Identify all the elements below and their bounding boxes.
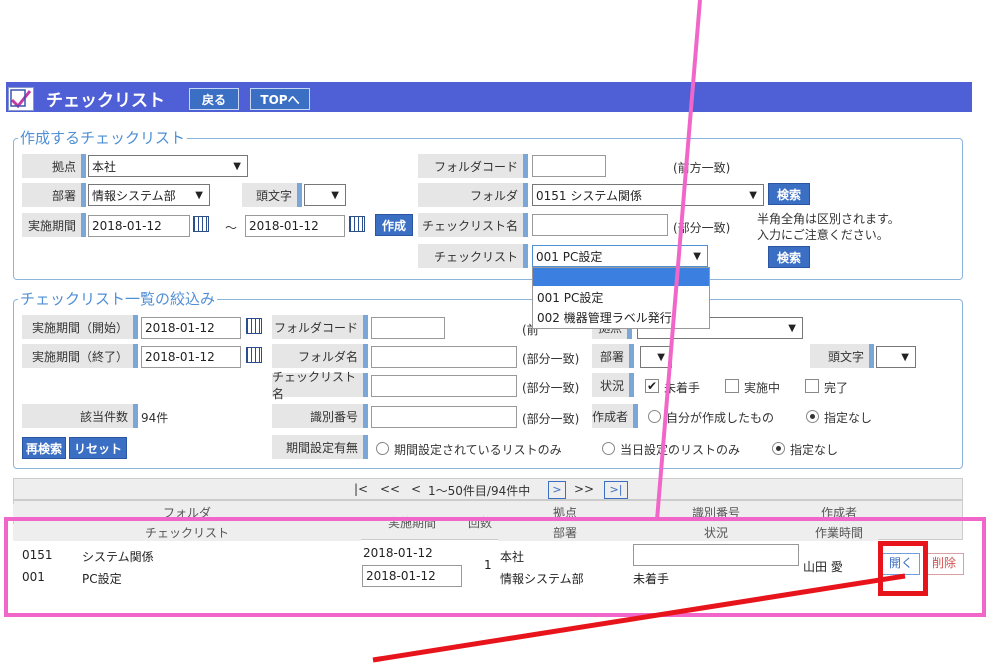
annotation-lines	[372, 0, 906, 663]
